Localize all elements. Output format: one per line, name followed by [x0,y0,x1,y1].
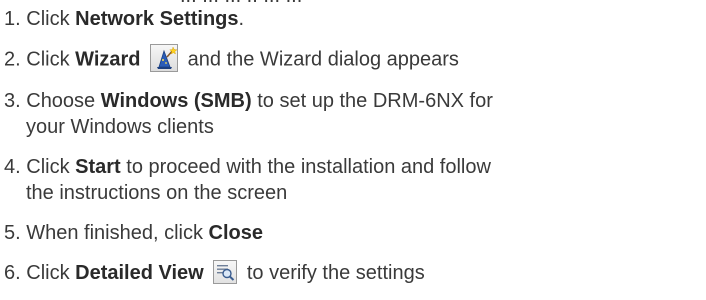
step-text-pre: Click [26,262,76,284]
step-text-post: and the Wizard dialog appears [182,48,459,71]
step-continuation: the instructions on the screen [26,182,288,204]
wizard-icon [150,44,179,72]
step-text-pre: Click [26,48,76,71]
step-keyword: Close [208,222,264,244]
step-number: 1. [4,8,21,30]
step-2: 2. Click Wizard and the Wizard dialog ap… [4,44,704,74]
steps-list: 1. Click Network Settings. 2. Click Wiza… [4,6,704,300]
step-number: 3. [4,90,21,112]
step-keyword: Detailed View [75,262,204,284]
step-keyword: Windows (SMB) [100,90,252,112]
step-1: 1. Click Network Settings. [4,6,704,32]
instruction-document: ... ... ... .. ... ... 1. Click Network … [0,0,706,284]
step-text-pre: Click [26,8,76,30]
step-text-post: . [238,8,245,30]
step-continuation: your Windows clients [26,116,214,138]
step-text-pre: Click [26,156,76,178]
step-number: 2. [4,48,21,71]
step-text-post: to proceed with the installation and fol… [120,156,491,178]
step-6: 6. Click Detailed View to verify the set… [4,259,704,286]
step-3: 3. Choose Windows (SMB) to set up the DR… [4,88,704,140]
step-keyword: Start [75,156,121,178]
step-text-pre: Choose [20,90,101,112]
step-keyword: Network Settings [75,8,239,30]
step-keyword: Wizard [75,48,141,71]
step-5: 5. When finished, click Close [4,220,704,246]
step-text-post: to verify the settings [241,262,425,284]
detailed-view-icon [213,259,238,284]
step-number: 4. [4,156,21,178]
step-4: 4. Click Start to proceed with the insta… [4,154,704,206]
step-text-pre: When finished, click [26,222,209,244]
step-number: 6. [4,262,21,284]
step-number: 5. [4,222,21,244]
step-text-post: to set up the DRM-6NX for [251,90,493,112]
